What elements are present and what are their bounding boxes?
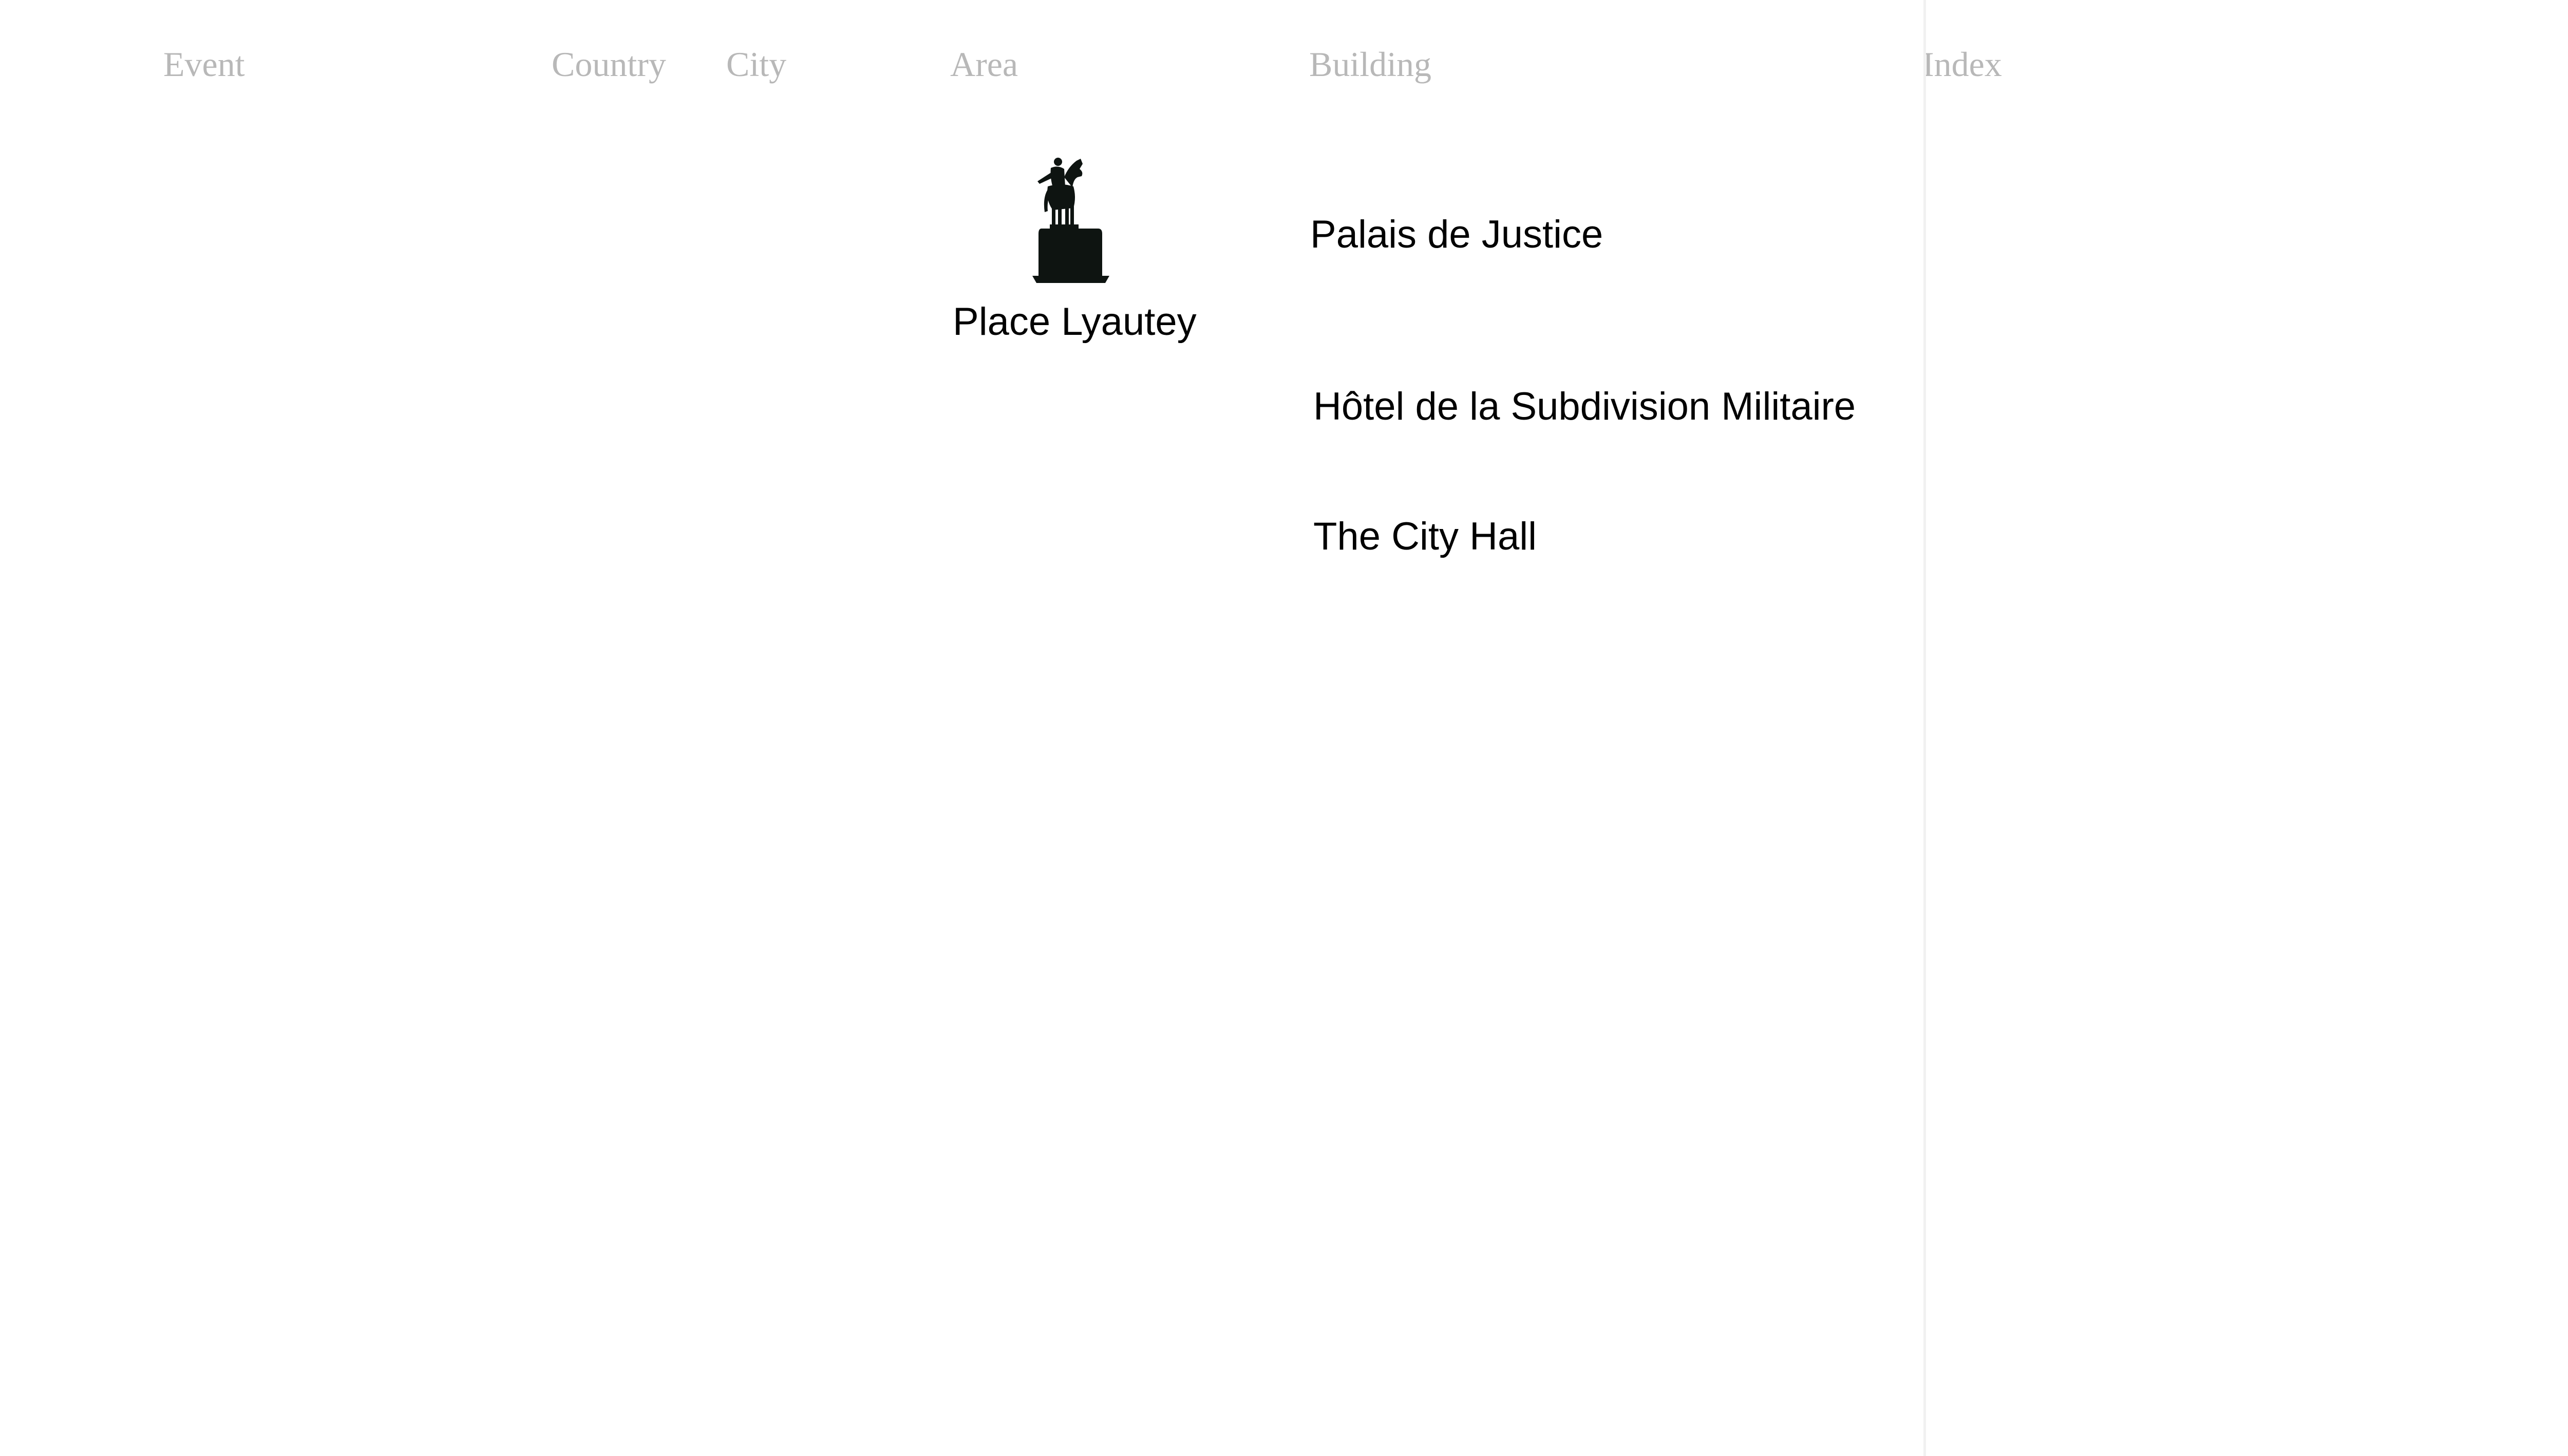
nav-event[interactable]: Event [163, 42, 245, 86]
nav-building[interactable]: Building [1309, 42, 1431, 86]
building-item-hotel-subdivision-militaire[interactable]: Hôtel de la Subdivision Militaire [1313, 383, 1856, 431]
equestrian-statue-icon [1032, 158, 1109, 283]
area-name[interactable]: Place Lyautey [953, 298, 1197, 346]
area-item-place-lyautey[interactable] [1032, 157, 1109, 286]
nav-index[interactable]: Index [1922, 42, 2002, 86]
nav-area[interactable]: Area [950, 42, 1018, 86]
nav-city[interactable]: City [726, 42, 786, 86]
index-panel-divider [1923, 0, 1926, 1456]
building-item-city-hall[interactable]: The City Hall [1313, 513, 1537, 561]
building-item-palais-de-justice[interactable]: Palais de Justice [1310, 211, 1603, 259]
nav-country[interactable]: Country [552, 42, 666, 86]
